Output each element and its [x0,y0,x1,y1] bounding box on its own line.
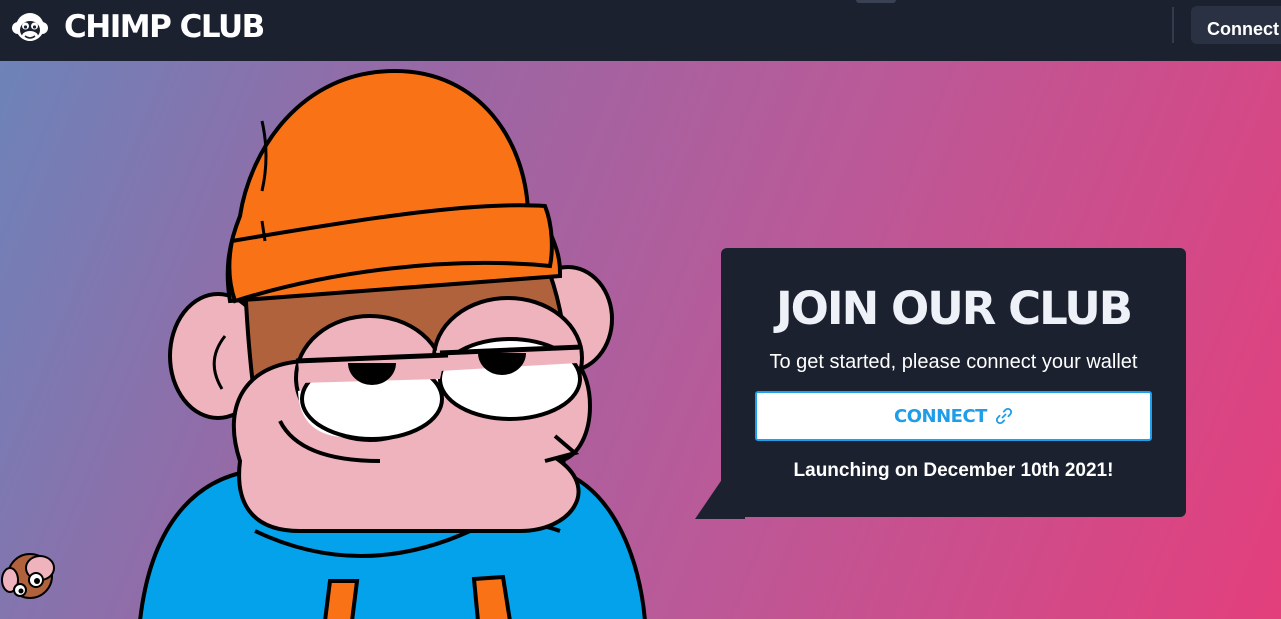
mini-chimp-avatar [1,553,55,599]
connect-button-label: CONNECT [894,405,987,427]
brand-name[interactable]: CHIMP CLUB [64,7,265,47]
launch-date-text: Launching on December 10th 2021! [793,460,1114,481]
join-club-card: JOIN OUR CLUB To get started, please con… [721,248,1186,517]
connect-wallet-prompt: To get started, please connect your wall… [769,351,1138,373]
chimp-character-illustration [138,68,647,619]
nav-connect-button[interactable]: Connect [1191,6,1281,44]
join-club-title: JOIN OUR CLUB [775,282,1133,335]
nav-indicator [856,0,896,3]
connect-wallet-button[interactable]: CONNECT [755,391,1152,441]
link-icon [995,407,1012,425]
chimp-logo-icon[interactable] [8,6,52,50]
nav-divider [1172,7,1174,43]
hero-section: JOIN OUR CLUB To get started, please con… [0,61,1281,619]
top-navbar: CHIMP CLUB Connect [0,0,1281,61]
